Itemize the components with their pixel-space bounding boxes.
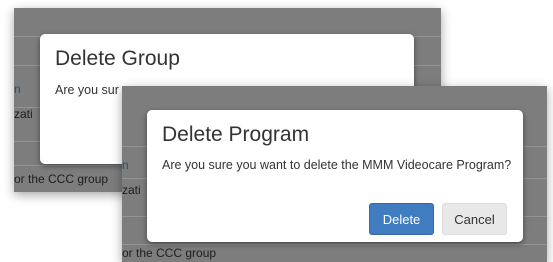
background-link-fragment: n (14, 82, 21, 96)
dialog-title: Delete Group (55, 47, 180, 70)
dialog-message: Are you sure you want to delete the MMM … (162, 158, 512, 172)
divider (122, 244, 547, 245)
cancel-button[interactable]: Cancel (442, 203, 507, 235)
dialog-title: Delete Program (162, 123, 310, 146)
delete-button[interactable]: Delete (369, 203, 434, 235)
background-text-fragment: zati (122, 183, 141, 197)
background-link-fragment: n (122, 158, 129, 172)
background-group-fragment: or the CCC group (14, 172, 109, 186)
delete-program-dialog: Delete Program Are you sure you want to … (147, 110, 523, 242)
background-text-fragment: zati (14, 107, 33, 121)
background-group-fragment: or the CCC group (122, 246, 217, 260)
dialog-message: Are you sur (55, 83, 119, 97)
front-window: n zati or the CCC group Delete Program A… (122, 86, 547, 262)
